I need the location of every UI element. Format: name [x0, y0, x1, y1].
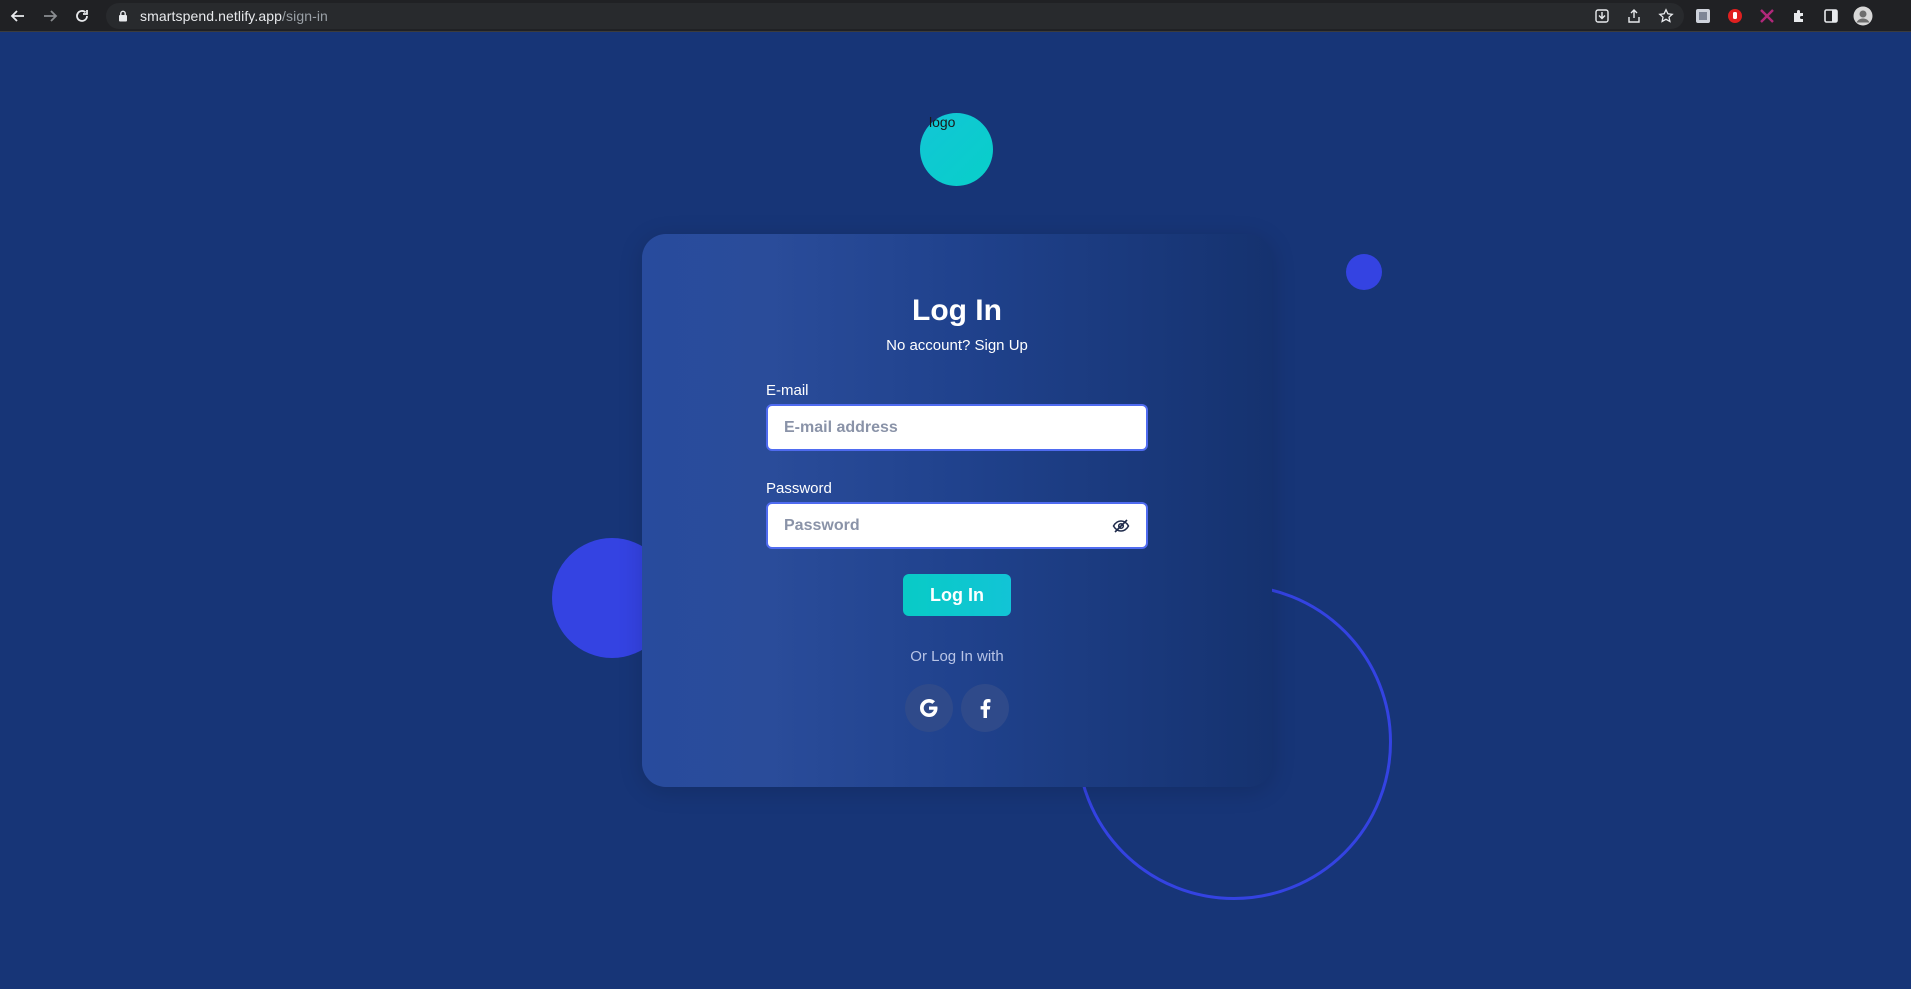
extension-photo-icon[interactable]	[1692, 5, 1714, 27]
address-bar[interactable]: smartspend.netlify.app/sign-in	[106, 3, 1684, 29]
url-host: smartspend.netlify.app	[140, 8, 283, 24]
extension-adblock-icon[interactable]	[1724, 5, 1746, 27]
back-button[interactable]	[6, 4, 30, 28]
signup-prompt: No account? Sign Up	[642, 337, 1272, 354]
url-path: /sign-in	[282, 8, 328, 24]
share-icon[interactable]	[1624, 6, 1644, 26]
browser-toolbar: smartspend.netlify.app/sign-in	[0, 0, 1911, 32]
bookmark-star-icon[interactable]	[1656, 6, 1676, 26]
facebook-icon	[980, 699, 991, 718]
logo-alt-text: logo	[929, 114, 956, 130]
email-label: E-mail	[766, 382, 809, 399]
google-login-button[interactable]	[905, 684, 953, 732]
google-icon	[920, 699, 938, 717]
side-panel-icon[interactable]	[1820, 5, 1842, 27]
decorative-dot-right	[1346, 254, 1382, 290]
arrow-left-icon	[10, 10, 24, 22]
extension-x-icon[interactable]	[1756, 5, 1778, 27]
facebook-login-button[interactable]	[961, 684, 1009, 732]
extensions-puzzle-icon[interactable]	[1788, 5, 1810, 27]
password-label: Password	[766, 480, 832, 497]
arrow-right-icon	[44, 10, 58, 22]
url-text: smartspend.netlify.app/sign-in	[140, 8, 328, 24]
social-login-divider: Or Log In with	[910, 648, 1004, 665]
password-field[interactable]	[766, 502, 1148, 549]
eye-off-icon[interactable]	[1111, 516, 1131, 536]
signup-link[interactable]: Sign Up	[975, 337, 1028, 354]
login-card: Log In No account? Sign Up E-mail Passwo…	[642, 234, 1272, 787]
no-account-text: No account?	[886, 337, 975, 354]
profile-avatar-icon[interactable]	[1852, 5, 1874, 27]
page-title: Log In	[912, 294, 1002, 327]
reload-button[interactable]	[70, 4, 94, 28]
forward-button[interactable]	[38, 4, 62, 28]
install-app-icon[interactable]	[1592, 6, 1612, 26]
lock-icon[interactable]	[118, 10, 130, 22]
login-button[interactable]: Log In	[903, 574, 1011, 616]
reload-icon	[76, 10, 88, 22]
email-field[interactable]	[766, 404, 1148, 451]
